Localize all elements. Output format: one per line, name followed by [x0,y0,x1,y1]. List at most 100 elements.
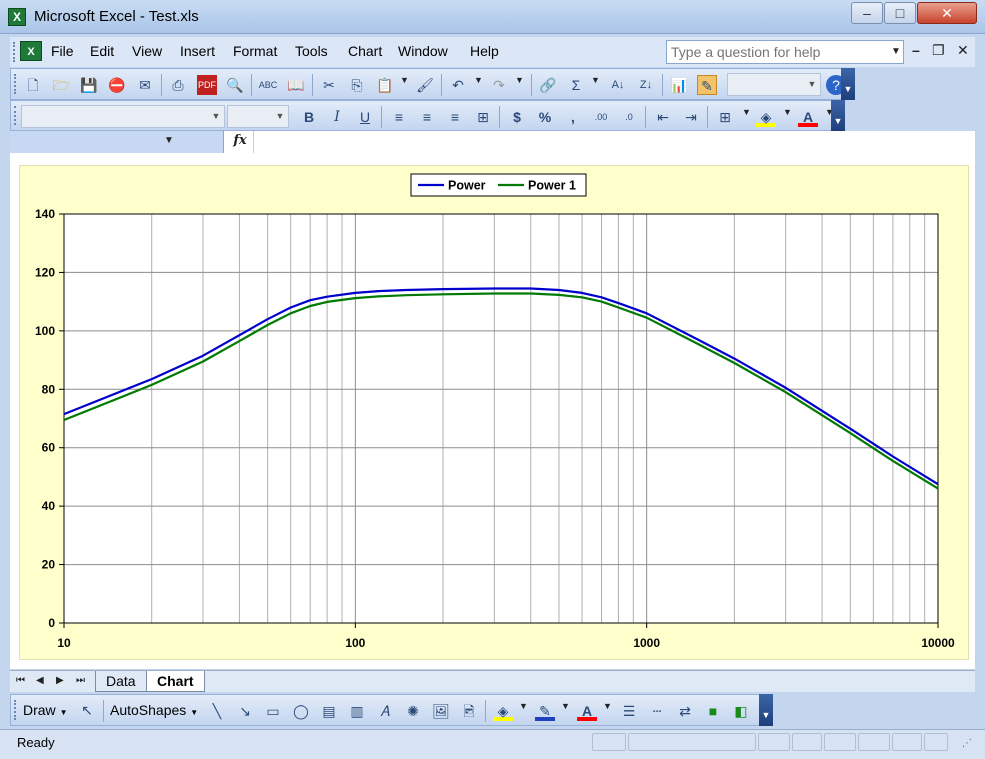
menu-tools[interactable]: Tools [295,43,328,59]
fill-color-dropdown-arrow[interactable]: ▼ [519,701,528,711]
help-dropdown-arrow[interactable]: ▼ [889,41,903,63]
clip-art-icon[interactable]: 🖼 [431,701,451,721]
shadow-style-icon[interactable]: ■ [703,701,723,721]
email-icon[interactable]: ✉ [135,75,155,95]
chart-area[interactable]: 0 20 40 60 80 100 120 140 10 100 1000 10000 Power Pow… [19,165,969,660]
font-color-icon[interactable]: A [798,107,818,127]
line-style-icon[interactable]: ☰ [619,701,639,721]
insert-function-icon[interactable]: fx [230,133,250,151]
diagram-icon[interactable]: ✺ [403,701,423,721]
font-color-dropdown-arrow[interactable]: ▼ [603,701,612,711]
menu-help[interactable]: Help [470,43,499,59]
doc-close-button[interactable]: ✕ [957,42,969,59]
toolbar-grip[interactable] [14,106,17,125]
cut-icon[interactable]: ✂ [319,75,339,95]
underline-icon[interactable]: U [355,107,375,127]
undo-icon[interactable]: ↶ [448,75,468,95]
doc-minimize-button[interactable]: – [912,42,920,58]
font-name-combo[interactable]: ▼ [21,105,225,128]
borders-dropdown-arrow[interactable]: ▼ [742,107,751,117]
autosum-icon[interactable]: Σ [566,75,586,95]
doc-restore-button[interactable]: ❐ [932,42,945,59]
toolbar-grip[interactable] [14,74,17,94]
wordart-icon[interactable]: 𝐴 [375,701,395,721]
merge-center-icon[interactable]: ⊞ [473,107,493,127]
drawing-icon[interactable]: ✎ [697,75,717,95]
next-sheet-button[interactable]: ▶ [56,675,64,686]
hyperlink-icon[interactable]: 🔗 [538,75,558,95]
zoom-combo[interactable]: ▼ [727,73,821,96]
comma-icon[interactable]: , [563,107,583,127]
toolbar-grip[interactable] [14,700,17,720]
paste-dropdown-arrow[interactable]: ▼ [400,75,409,85]
new-icon[interactable]: 🗋 [23,75,43,95]
arrow-style-icon[interactable]: ⇄ [675,701,695,721]
menu-edit[interactable]: Edit [90,43,114,59]
name-box[interactable]: ▼ [10,131,224,153]
font-color-icon[interactable]: A [577,701,597,721]
percent-icon[interactable]: % [535,107,555,127]
menu-window[interactable]: Window [398,43,448,59]
first-sheet-button[interactable]: ⏮ [16,675,25,686]
format-painter-icon[interactable]: 🖌 [415,75,435,95]
decrease-indent-icon[interactable]: ⇤ [653,107,673,127]
select-objects-icon[interactable]: ↖ [77,700,97,720]
increase-decimal-icon[interactable]: .00 [591,107,611,127]
text-box-icon[interactable]: ▤ [319,701,339,721]
align-left-icon[interactable]: ≡ [389,107,409,127]
line-color-dropdown-arrow[interactable]: ▼ [561,701,570,711]
open-icon[interactable]: 🗁 [51,75,71,95]
print-preview-icon[interactable]: 🔍 [225,75,245,95]
formula-input[interactable] [253,131,975,153]
arrow-icon[interactable]: ↘ [235,701,255,721]
dash-style-icon[interactable]: ┄ [647,701,667,721]
menu-view[interactable]: View [132,43,162,59]
redo-icon[interactable]: ↷ [489,75,509,95]
fill-color-dropdown-arrow[interactable]: ▼ [783,107,792,117]
spelling-icon[interactable]: ABC [258,75,278,95]
print-icon[interactable]: ⎙ [168,75,188,95]
menu-insert[interactable]: Insert [180,43,215,59]
tab-chart[interactable]: Chart [146,671,205,692]
toolbar-options-button[interactable]: ▼ [831,100,845,132]
rectangle-icon[interactable]: ▭ [263,701,283,721]
menu-format[interactable]: Format [233,43,277,59]
picture-icon[interactable]: 🖻 [459,701,479,721]
autoshapes-menu-button[interactable]: AutoShapes ▼ [110,702,198,718]
sort-descending-icon[interactable]: Z↓ [636,75,656,95]
bold-icon[interactable]: B [299,107,319,127]
undo-dropdown-arrow[interactable]: ▼ [474,75,483,85]
align-right-icon[interactable]: ≡ [445,107,465,127]
italic-icon[interactable]: I [327,107,347,127]
oval-icon[interactable]: ◯ [291,701,311,721]
minimize-button[interactable]: – [851,2,883,24]
close-button[interactable]: ✕ [917,2,977,24]
menu-chart[interactable]: Chart [348,43,382,59]
excel-app-icon[interactable]: X [8,8,26,26]
paste-icon[interactable]: 📋 [375,75,395,95]
workbook-icon[interactable]: X [20,41,42,61]
permission-icon[interactable]: ⛔ [107,75,127,95]
fill-color-icon[interactable]: ◈ [756,107,776,127]
autosum-dropdown-arrow[interactable]: ▼ [591,75,600,85]
tab-data[interactable]: Data [95,671,147,692]
currency-icon[interactable]: $ [507,107,527,127]
save-icon[interactable]: 💾 [79,75,99,95]
resize-grip-icon[interactable]: ⋰ [962,738,972,749]
help-search-input[interactable] [666,40,904,64]
last-sheet-button[interactable]: ⏭ [76,675,85,686]
research-icon[interactable]: PDF [197,75,217,95]
decrease-decimal-icon[interactable]: .0 [619,107,639,127]
maximize-button[interactable]: □ [884,2,916,24]
center-icon[interactable]: ≡ [417,107,437,127]
line-color-icon[interactable]: ✎ [535,701,555,721]
borders-icon[interactable]: ⊞ [715,107,735,127]
menu-file[interactable]: File [51,43,74,59]
toolbar-options-button[interactable]: ▼ [759,694,773,726]
font-size-combo[interactable]: ▼ [227,105,289,128]
line-icon[interactable]: ╲ [207,701,227,721]
draw-menu-button[interactable]: Draw ▼ [23,702,67,718]
prev-sheet-button[interactable]: ◀ [36,675,44,686]
chart-wizard-icon[interactable]: 📊 [669,75,689,95]
research-book-icon[interactable]: 📖 [286,75,306,95]
